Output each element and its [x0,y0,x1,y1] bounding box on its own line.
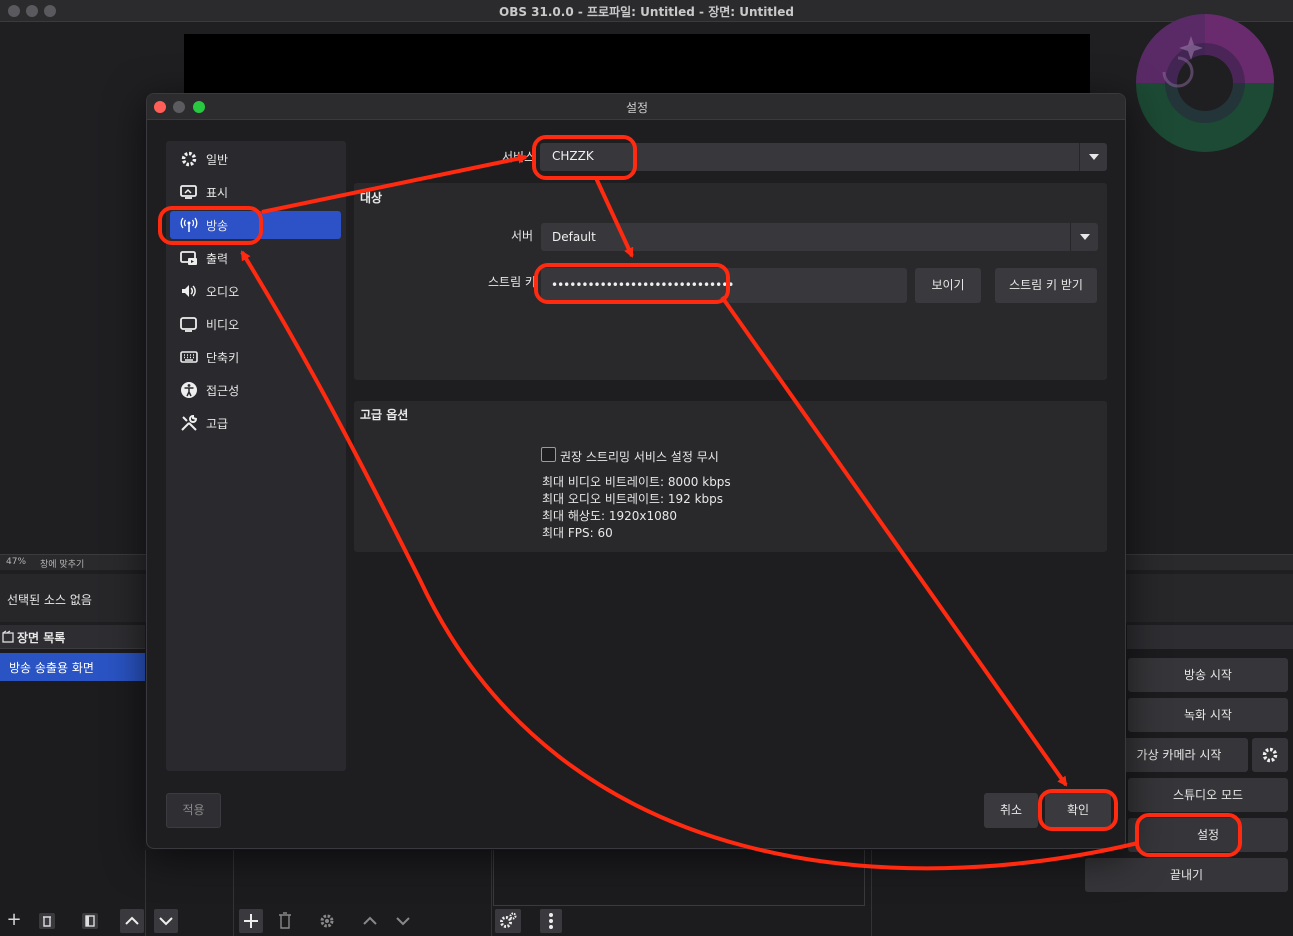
move-scene-up-icon[interactable] [120,909,144,933]
nav-label: 출력 [206,252,229,266]
scene-filter-icon[interactable] [80,911,100,931]
nav-item-display[interactable]: 표시 [170,178,341,206]
nav-label: 고급 [206,417,229,431]
speaker-icon [182,285,196,297]
settings-dialog: 설정 일반 표시 방송 출력 오디오 비디오 단축키 접근성 고급 서비스 CH… [146,93,1126,849]
move-source-down-icon[interactable] [393,912,413,930]
max-resolution: 최대 해상도: 1920x1080 [542,509,678,523]
remove-source-icon[interactable] [276,911,294,931]
antenna-icon [180,217,198,232]
zoom-level[interactable]: 47% [6,557,26,567]
controls-header [1127,625,1293,649]
stream-key-label: 스트림 키 [488,275,536,289]
gear-icon [1262,747,1278,763]
settings-nav: 일반 표시 방송 출력 오디오 비디오 단축키 접근성 고급 [166,141,346,771]
nav-label: 단축키 [206,351,240,365]
nav-item-advanced[interactable]: 고급 [170,409,341,437]
max-fps: 최대 FPS: 60 [542,526,613,540]
scenes-title: 장면 목록 [17,631,66,645]
ok-button[interactable]: 확인 [1045,793,1111,828]
server-label: 서버 [511,229,534,243]
max-audio-bitrate: 최대 오디오 비트레이트: 192 kbps [542,492,724,506]
ignore-recommended-checkbox[interactable] [541,447,556,462]
service-select[interactable]: CHZZK [540,143,1107,171]
add-source-icon[interactable] [239,909,263,933]
mixer-menu-icon[interactable] [540,909,562,933]
server-select[interactable]: Default [541,223,1098,251]
gear-icon [181,151,197,167]
start-stream-button[interactable]: 방송 시작 [1128,658,1288,692]
start-record-button[interactable]: 녹화 시작 [1128,698,1288,732]
chevron-down-icon [1079,143,1107,171]
display-icon [180,185,197,199]
preview-canvas [184,34,1090,94]
accessibility-icon [181,382,197,398]
advanced-options-title: 고급 옵션 [360,408,409,422]
transitions-dock [871,850,1077,936]
mixer-settings-icon[interactable] [495,909,521,933]
no-source-label: 선택된 소스 없음 [7,593,92,607]
get-stream-key-button[interactable]: 스트림 키 받기 [995,268,1097,303]
apply-button[interactable]: 적용 [166,793,221,828]
window-title: OBS 31.0.0 - 프로파일: Untitled - 장면: Untitl… [499,5,794,19]
nav-item-general[interactable]: 일반 [170,145,341,173]
nav-label: 접근성 [206,384,240,398]
move-scene-down-icon[interactable] [154,909,178,933]
scenes-icon [2,630,14,643]
service-value: CHZZK [552,149,594,163]
dialog-titlebar: 설정 [147,94,1125,120]
virtualcam-settings-button[interactable] [1252,738,1288,772]
exit-button[interactable]: 끝내기 [1085,858,1288,892]
studio-mode-button[interactable]: 스튜디오 모드 [1128,778,1288,812]
nav-item-accessibility[interactable]: 접근성 [170,376,341,404]
main-titlebar: OBS 31.0.0 - 프로파일: Untitled - 장면: Untitl… [0,0,1293,22]
nav-label: 방송 [206,219,229,233]
service-label: 서비스 [502,150,536,164]
add-scene-icon[interactable]: + [2,909,26,933]
fit-to-window-button[interactable]: 창에 맞추기 [40,557,84,570]
output-icon [180,251,197,265]
source-properties-icon[interactable] [318,912,336,930]
dialog-title: 설정 [625,101,649,115]
keyboard-icon [180,351,198,363]
destination-title: 대상 [360,191,383,205]
show-key-button[interactable]: 보이기 [915,268,981,303]
obs-logo-icon [1136,14,1274,152]
nav-label: 오디오 [206,285,240,299]
ignore-recommended-label[interactable]: 권장 스트리밍 서비스 설정 무시 [560,448,719,465]
stream-key-input[interactable]: •••••••••••••••••••••••••••••• [541,268,907,303]
nav-label: 표시 [206,186,229,200]
remove-scene-icon[interactable] [37,911,57,931]
nav-label: 일반 [206,153,229,167]
scene-item-label: 방송 송출용 화면 [9,661,94,675]
nav-item-video[interactable]: 비디오 [170,310,341,338]
settings-button[interactable]: 설정 [1128,818,1288,852]
cancel-button[interactable]: 취소 [984,793,1038,828]
nav-label: 비디오 [206,318,240,332]
chevron-down-icon [1070,223,1098,251]
move-source-up-icon[interactable] [360,912,380,930]
nav-item-output[interactable]: 출력 [170,244,341,272]
audio-mixer-panel [493,850,865,906]
max-video-bitrate: 최대 비디오 비트레이트: 8000 kbps [542,475,731,489]
monitor-icon [180,317,197,332]
nav-item-audio[interactable]: 오디오 [170,277,341,305]
tools-icon [181,414,198,431]
start-virtualcam-button[interactable]: 가상 카메라 시작 [1110,738,1248,772]
nav-item-hotkeys[interactable]: 단축키 [170,343,341,371]
server-value: Default [552,230,596,244]
stream-key-value: •••••••••••••••••••••••••••••• [551,278,734,292]
nav-item-stream[interactable]: 방송 [170,211,341,239]
